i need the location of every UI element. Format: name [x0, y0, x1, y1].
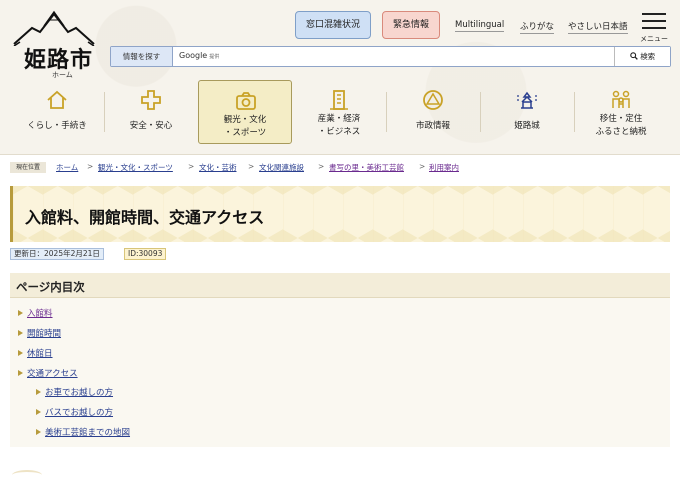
- nav-item-relocation[interactable]: 移住・定住 ふるさと納税: [574, 80, 668, 144]
- nav-label: 安全・安心: [129, 121, 173, 131]
- global-nav: くらし・手続き 安全・安心 観光・文化 ・スポーツ 産業・経済 ・ビジネス 市政…: [10, 80, 670, 144]
- breadcrumb-separator: >: [419, 162, 426, 171]
- breadcrumb-facilities[interactable]: 文化関連施設: [259, 162, 304, 173]
- toc-header: ページ内目次: [10, 273, 670, 298]
- nav-label-line1: 産業・経済: [317, 114, 361, 124]
- nav-item-himeji-castle[interactable]: 姫路城: [480, 80, 574, 144]
- camera-icon: [236, 92, 256, 110]
- page-id-badge: ID:30093: [124, 248, 167, 260]
- family-icon: [612, 90, 630, 108]
- decorative-arc: [12, 470, 42, 480]
- toc-item-map[interactable]: 美術工芸館までの地図: [36, 426, 130, 438]
- toc-item-admission[interactable]: 入館料: [18, 307, 53, 319]
- page-title-box: 入館料、開館時間、交通アクセス: [10, 186, 670, 242]
- nav-label: 市政情報: [415, 121, 450, 131]
- house-icon: [47, 90, 67, 109]
- toc-title: ページ内目次: [16, 280, 85, 294]
- furigana-link[interactable]: ふりがな: [520, 20, 555, 34]
- breadcrumb-home[interactable]: ホーム: [56, 162, 78, 173]
- breadcrumb-current-label: 現在位置: [10, 162, 46, 173]
- site-logo[interactable]: 姫路市 ホーム: [10, 6, 98, 79]
- toc-item-access[interactable]: 交通アクセス: [18, 367, 78, 379]
- breadcrumb-usage-info[interactable]: 利用案内: [429, 162, 459, 173]
- nav-item-business[interactable]: 産業・経済 ・ビジネス: [292, 80, 386, 144]
- breadcrumb-museum[interactable]: 書写の里・美術工芸館: [329, 162, 404, 173]
- hamburger-icon: [642, 13, 666, 15]
- emblem-icon: [423, 90, 443, 110]
- nav-item-city-info[interactable]: 市政情報: [386, 80, 480, 144]
- menu-label: メニュー: [640, 35, 668, 43]
- search-label: 情報を探す: [111, 47, 173, 66]
- breadcrumb-separator: >: [188, 162, 195, 171]
- search-button[interactable]: 検索: [614, 47, 670, 66]
- nav-item-living[interactable]: くらし・手続き: [10, 80, 104, 144]
- emergency-info-button[interactable]: 緊急情報: [382, 11, 440, 39]
- google-brand: Google: [179, 51, 208, 60]
- nav-item-safety[interactable]: 安全・安心: [104, 80, 198, 144]
- cross-icon: [141, 90, 161, 110]
- counter-congestion-button[interactable]: 窓口混雑状況: [295, 11, 371, 39]
- breadcrumb-tourism[interactable]: 観光・文化・スポーツ: [98, 162, 173, 173]
- google-provided-label: 提供: [209, 54, 220, 60]
- nav-item-tourism[interactable]: 観光・文化 ・スポーツ: [198, 80, 292, 144]
- triangle-right-icon: [18, 370, 23, 376]
- logo-home-label: ホーム: [52, 71, 73, 79]
- search-input[interactable]: Google 提供: [179, 51, 219, 60]
- castle-logo-icon: [13, 10, 95, 47]
- castle-icon: [517, 91, 537, 109]
- triangle-right-icon: [36, 429, 41, 435]
- toc-item-by-car[interactable]: お車でお越しの方: [36, 386, 113, 398]
- page-title: 入館料、開館時間、交通アクセス: [25, 208, 265, 227]
- triangle-right-icon: [36, 389, 41, 395]
- triangle-right-icon: [18, 330, 23, 336]
- nav-label-line1: 観光・文化: [223, 115, 267, 125]
- triangle-right-icon: [18, 350, 23, 356]
- triangle-right-icon: [18, 310, 23, 316]
- breadcrumb-separator: >: [318, 162, 325, 171]
- building-icon: [330, 90, 348, 110]
- search-bar: 情報を探す Google 提供 検索: [110, 46, 671, 67]
- search-button-label: 検索: [640, 52, 656, 61]
- easy-japanese-link[interactable]: やさしい日本語: [568, 20, 628, 34]
- nav-label: 姫路城: [514, 121, 540, 131]
- multilingual-link[interactable]: Multilingual: [455, 20, 505, 32]
- search-icon: [630, 52, 638, 60]
- breadcrumb-separator: >: [248, 162, 255, 171]
- table-of-contents: ページ内目次 入館料 開館時間 休館日 交通アクセス お車でお越しの方 バスでお…: [10, 273, 670, 447]
- site-header: 姫路市 ホーム 窓口混雑状況 緊急情報 Multilingual ふりがな やさ…: [0, 0, 680, 155]
- nav-label-line2: ふるさと納税: [595, 127, 647, 137]
- nav-label: くらし・手続き: [27, 121, 87, 131]
- nav-label-line1: 移住・定住: [599, 114, 643, 124]
- toc-item-by-bus[interactable]: バスでお越しの方: [36, 406, 113, 418]
- breadcrumb-separator: >: [87, 162, 94, 171]
- nav-label-line2: ・ビジネス: [317, 127, 361, 137]
- toc-item-closed-days[interactable]: 休館日: [18, 347, 53, 359]
- triangle-right-icon: [36, 409, 41, 415]
- menu-button[interactable]: メニュー: [640, 12, 668, 43]
- breadcrumb-arts[interactable]: 文化・芸術: [199, 162, 237, 173]
- toc-item-hours[interactable]: 開館時間: [18, 327, 61, 339]
- updated-date-badge: 更新日：2025年2月21日: [10, 248, 104, 260]
- nav-label-line2: ・スポーツ: [223, 128, 267, 138]
